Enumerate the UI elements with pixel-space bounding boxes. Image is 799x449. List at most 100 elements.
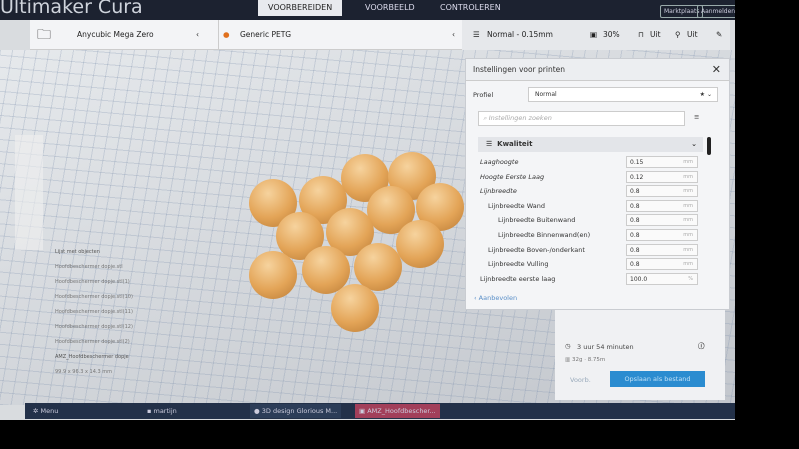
chevron-left-icon[interactable]: ‹ <box>196 20 199 50</box>
list-item[interactable]: Hoofdbeschermer dopje.stl(11) <box>55 305 165 320</box>
setting-unit: mm <box>683 261 693 268</box>
setting-row: Lijnbreedte eerste laag 100.0% <box>480 272 720 286</box>
object-dimensions: 99.9 x 96.3 x 14.3 mm <box>55 369 113 375</box>
support-value: Uit <box>650 30 661 39</box>
setting-value-input[interactable]: 0.8 mm <box>626 243 698 256</box>
setting-unit: mm <box>683 188 693 195</box>
setting-row: Hoogte Eerste Laag 0.12 mm <box>480 170 720 184</box>
list-item[interactable]: Hoofdbeschermer dopje.stl(12) <box>55 320 165 335</box>
profile-icon: ☰ <box>473 30 480 39</box>
object-list-title[interactable]: Lijst met objecten <box>55 245 165 260</box>
sign-in-button[interactable]: Aanmelden <box>697 5 735 18</box>
print-summary: ◷ 3 uur 54 minuten ⓘ ▥ 32g · 8.75m Voorb… <box>555 310 725 400</box>
taskbar-item[interactable]: ● 3D design Glorious M... <box>250 404 342 418</box>
setting-value: 100.0 <box>630 275 648 283</box>
setting-unit: mm <box>683 202 693 209</box>
profile-value: Normal <box>535 91 557 98</box>
tab-preview[interactable]: VOORBEELD <box>355 0 425 16</box>
folder-task[interactable]: ▪ martijn <box>143 404 181 418</box>
setting-label: Lijnbreedte <box>480 187 517 196</box>
folder-label: martijn <box>153 407 177 415</box>
setting-value-input[interactable]: 0.8 mm <box>626 185 698 198</box>
close-icon[interactable]: ✕ <box>712 59 721 81</box>
model[interactable] <box>354 243 402 291</box>
model[interactable] <box>396 220 444 268</box>
setting-row: Lijnbreedte Buitenwand 0.8 mm <box>498 213 735 227</box>
open-file-icon[interactable]: 🗀 <box>30 20 58 50</box>
divider <box>218 20 219 50</box>
setting-unit: mm <box>683 246 693 253</box>
edit-icon[interactable]: ✎ <box>716 20 722 50</box>
adhesion-value: Uit <box>687 30 698 39</box>
info-icon[interactable]: ⓘ <box>698 340 705 350</box>
task-label: AMZ_Hoofdbescher... <box>367 407 436 415</box>
taskbar: ✲ Menu ▪ martijn ● 3D design Glorious M.… <box>25 403 735 419</box>
setting-value: 0.8 <box>630 188 640 196</box>
chevron-left-icon[interactable]: ‹ <box>452 20 455 50</box>
setting-label: Lijnbreedte Boven-/onderkant <box>488 245 585 254</box>
setting-value: 0.8 <box>630 202 640 210</box>
setting-value: 0.8 <box>630 246 640 254</box>
setting-unit: % <box>688 275 693 282</box>
infill-value: 30% <box>603 30 620 39</box>
profile-label: Profiel <box>473 91 494 99</box>
chevron-down-icon: ★ ⌄ <box>699 91 712 98</box>
setting-value-input[interactable]: 0.8 mm <box>626 199 698 212</box>
tool-sidebar[interactable] <box>15 135 43 250</box>
setting-row: Lijnbreedte Vulling 0.8 mm <box>488 257 728 271</box>
setting-value-input[interactable]: 0.15 mm <box>626 156 698 168</box>
adhesion-icon: ⚲ <box>675 30 681 39</box>
material-selector[interactable]: Generic PETG <box>240 20 291 50</box>
category-quality[interactable]: ☰ Kwaliteit ⌄ <box>478 137 703 152</box>
print-settings-panel: Instellingen voor printen ✕ Profiel Norma… <box>465 58 730 310</box>
setting-value-input[interactable]: 0.8 mm <box>626 214 698 227</box>
setting-value-input[interactable]: 0.8 mm <box>626 229 698 241</box>
setting-value: 0.8 <box>630 217 640 225</box>
material-usage: ▥ 32g · 8.75m <box>565 357 606 363</box>
list-item[interactable]: Hoofdbeschermer dopje.stl(2) <box>55 335 165 350</box>
setting-value: 0.12 <box>630 173 644 181</box>
setting-unit: mm <box>683 159 693 165</box>
screen: Ultimaker Cura VOORBEREIDEN VOORBEELD CO… <box>0 0 735 420</box>
warning-icon: ● <box>223 30 230 39</box>
profile-dropdown[interactable]: Normal ★ ⌄ <box>528 87 718 102</box>
infill-icon: ▣ <box>590 30 598 39</box>
setting-row: Lijnbreedte Boven-/onderkant 0.8 mm <box>488 243 728 257</box>
setting-row: Lijnbreedte Binnenwand(en) 0.8 mm <box>498 228 735 242</box>
start-menu[interactable]: ✲ Menu <box>29 404 62 418</box>
model[interactable] <box>331 284 379 332</box>
setting-value: 0.15 <box>630 159 644 166</box>
save-to-file-button[interactable]: Opslaan als bestand <box>610 371 705 387</box>
app-title: Ultimaker Cura <box>0 0 143 18</box>
setting-value: 0.8 <box>630 261 640 269</box>
settings-search-input[interactable]: ⌕ Instellingen zoeken <box>478 111 685 126</box>
clock-icon: ◷ <box>565 342 571 350</box>
top-bar: Ultimaker Cura VOORBEREIDEN VOORBEELD CO… <box>0 0 735 20</box>
tab-monitor[interactable]: CONTROLEREN <box>430 0 511 16</box>
setting-value-input[interactable]: 0.12 mm <box>626 170 698 183</box>
toolbar: 🗀 Anycubic Mega Zero ‹ ● Generic PETG ‹ … <box>30 20 730 50</box>
menu-label: Menu <box>40 407 59 415</box>
printer-selector[interactable]: Anycubic Mega Zero <box>77 20 154 50</box>
setting-value-input[interactable]: 100.0% <box>626 272 698 285</box>
profile-label[interactable]: Normal - 0.15mm <box>487 20 553 50</box>
scrollbar[interactable] <box>707 137 711 155</box>
list-item[interactable]: Hoofdbeschermer dopje.stl <box>55 260 165 275</box>
task-label: 3D design Glorious M... <box>261 407 338 415</box>
preview-button[interactable]: Voorb. <box>570 376 591 384</box>
recommended-button[interactable]: ‹ Aanbevolen <box>474 294 517 302</box>
tab-prepare[interactable]: VOORBEREIDEN <box>258 0 343 16</box>
setting-row: Lijnbreedte 0.8 mm <box>480 184 720 198</box>
setting-unit: mm <box>683 232 693 238</box>
list-item[interactable]: Hoofdbeschermer dopje.stl(10) <box>55 290 165 305</box>
taskbar-item[interactable]: ▣ AMZ_Hoofdbescher... <box>355 404 440 418</box>
object-list[interactable]: Lijst met objecten Hoofdbeschermer dopje… <box>55 245 165 380</box>
setting-label: Lijnbreedte Vulling <box>488 260 549 269</box>
setting-unit: mm <box>683 217 693 224</box>
list-item[interactable]: Hoofdbeschermer dopje.stl(1) <box>55 275 165 290</box>
menu-icon[interactable]: ≡ <box>694 113 699 121</box>
model[interactable] <box>249 251 297 299</box>
setting-row: Laaghoogte 0.15 mm <box>480 155 720 169</box>
setting-value-input[interactable]: 0.8 mm <box>626 258 698 271</box>
recommended-label: Aanbevolen <box>478 294 518 302</box>
